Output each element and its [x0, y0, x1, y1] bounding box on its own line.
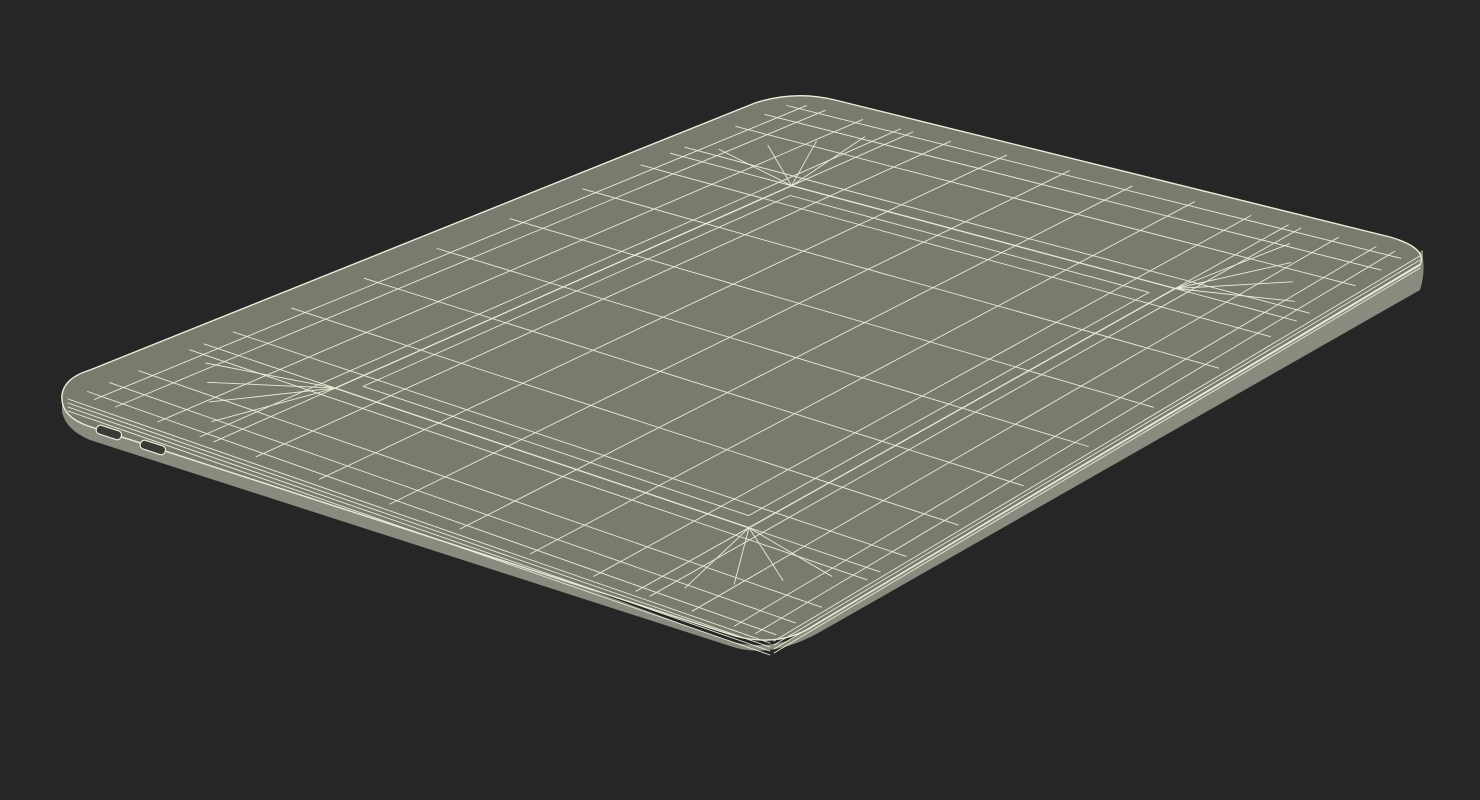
3d-viewport[interactable] [0, 0, 1480, 800]
wireframe-render [61, 94, 1424, 656]
